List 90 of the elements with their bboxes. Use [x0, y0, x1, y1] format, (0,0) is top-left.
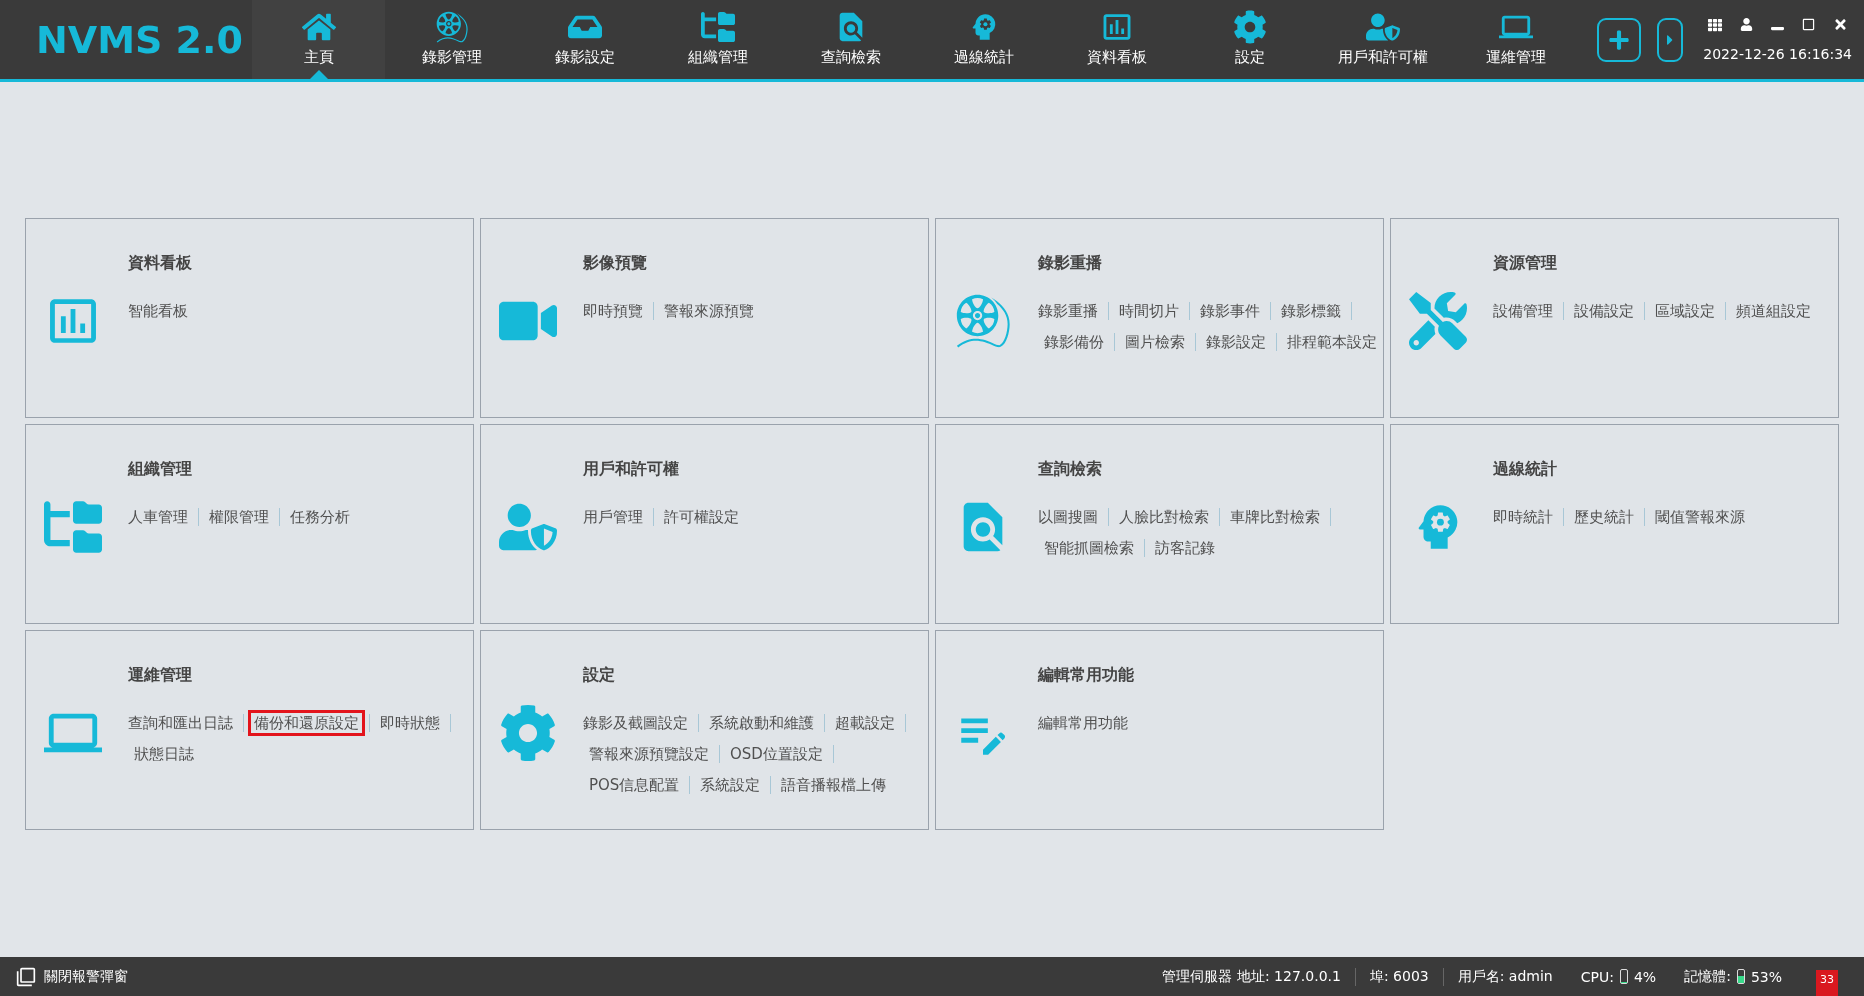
nav-tab[interactable]: 組織管理 — [651, 0, 784, 79]
card-title: 組織管理 — [128, 459, 193, 480]
module-link[interactable]: 用戶管理 — [577, 504, 649, 530]
module-link[interactable]: 智能抓圖檢索 — [1038, 535, 1140, 561]
meter-label: 記憶體: — [1684, 967, 1731, 986]
grid-icon[interactable] — [1708, 17, 1722, 32]
meter-reading: 53% — [1750, 968, 1782, 985]
module-link[interactable]: 警報來源預覽 — [658, 298, 760, 324]
card-title: 資源管理 — [1493, 253, 1558, 274]
module-link[interactable]: 設備設定 — [1568, 298, 1640, 324]
module-link[interactable]: 區域設定 — [1649, 298, 1721, 324]
card-title: 用戶和許可權 — [583, 459, 680, 480]
module-link[interactable]: 智能看板 — [122, 298, 194, 324]
alarm-popup-toggle[interactable]: 關閉報警彈窗 — [16, 966, 128, 987]
card-title: 過線統計 — [1493, 459, 1558, 480]
meter-reading: 4% — [1633, 968, 1657, 985]
module-link[interactable]: 權限管理 — [203, 504, 275, 530]
module-link[interactable]: 設備管理 — [1487, 298, 1559, 324]
module-link[interactable]: 以圖搜圖 — [1032, 504, 1104, 530]
user-icon[interactable] — [1740, 18, 1753, 31]
nav-tab[interactable]: 設定 — [1183, 0, 1316, 79]
module-link[interactable]: 警報來源預覽設定 — [583, 741, 715, 767]
module-link[interactable]: 錄影及截圖設定 — [577, 710, 694, 736]
film-reel-icon — [954, 292, 1012, 350]
module-link[interactable]: 備份和還原設定 — [248, 710, 365, 736]
selected-indicator — [309, 70, 328, 79]
module-link[interactable]: 查詢和匯出日誌 — [122, 710, 239, 736]
nav-tab[interactable]: 錄影管理 — [385, 0, 518, 79]
film-reel-icon — [434, 10, 469, 44]
nav-tab[interactable]: 運維管理 — [1449, 0, 1582, 79]
module-link[interactable]: 時間切片 — [1113, 298, 1185, 324]
logo: NVMS 2.0 — [35, 16, 244, 64]
module-link[interactable]: 人臉比對檢索 — [1113, 504, 1215, 530]
add-button[interactable] — [1597, 17, 1642, 62]
card-title: 設定 — [583, 665, 616, 686]
module-link[interactable]: 歷史統計 — [1568, 504, 1640, 530]
server-address: 管理伺服器 地址: 127.0.0.1 — [1161, 967, 1342, 986]
module-link[interactable]: 即時狀態 — [374, 710, 446, 736]
module-link[interactable]: 編輯常用功能 — [1032, 710, 1134, 736]
module-link[interactable]: OSD位置設定 — [724, 741, 829, 767]
plus-icon — [1608, 28, 1631, 51]
module-link[interactable]: 錄影標籤 — [1275, 298, 1347, 324]
windows-icon — [16, 966, 36, 987]
user-name: 用戶名: admin — [1442, 967, 1567, 986]
folder-tree-icon — [44, 498, 102, 556]
maximize-icon[interactable] — [1802, 18, 1815, 31]
card-title: 編輯常用功能 — [1038, 665, 1134, 686]
nav-tab[interactable]: 過線統計 — [917, 0, 1050, 79]
module-link[interactable]: 語音播報檔上傳 — [775, 772, 893, 798]
module-link[interactable]: 錄影事件 — [1194, 298, 1266, 324]
module-link[interactable]: 即時預覽 — [577, 298, 649, 324]
module-link[interactable]: 錄影設定 — [1200, 329, 1272, 355]
folder-tree-icon — [700, 10, 735, 44]
port-text: 埠: 6003 — [1354, 967, 1443, 986]
module-link[interactable]: 人車管理 — [122, 504, 194, 530]
module-link[interactable]: 狀態日誌 — [128, 741, 200, 767]
module-link[interactable]: 訪客記錄 — [1149, 535, 1221, 561]
module-link[interactable]: 即時統計 — [1487, 504, 1559, 530]
nav-tab[interactable]: 主頁 — [252, 0, 385, 79]
module-link[interactable]: 許可權設定 — [658, 504, 745, 530]
card-title: 錄影重播 — [1038, 253, 1103, 274]
nav-tab[interactable]: 用戶和許可權 — [1316, 0, 1449, 79]
module-link[interactable]: 系統設定 — [694, 772, 767, 798]
card-title: 查詢檢索 — [1038, 459, 1103, 480]
close-icon[interactable] — [1833, 17, 1848, 32]
settings-icon — [1232, 10, 1267, 44]
module-link[interactable]: 任務分析 — [284, 504, 356, 530]
tools-icon — [1409, 292, 1467, 350]
module-link[interactable]: 圖片檢索 — [1119, 329, 1191, 355]
card-title: 影像預覽 — [583, 253, 648, 274]
card-title: 運維管理 — [128, 665, 193, 686]
module-link[interactable]: 超載設定 — [829, 710, 901, 736]
module-link[interactable]: 系統啟動和維護 — [703, 710, 820, 736]
module-link[interactable]: 錄影重播 — [1032, 298, 1104, 324]
meter-label: CPU: — [1580, 968, 1614, 985]
module-link[interactable]: 錄影備份 — [1038, 329, 1110, 355]
date-time: 2022-12-26 16:16:34 — [1703, 46, 1852, 62]
module-link[interactable]: 車牌比對檢索 — [1224, 504, 1326, 530]
card-title: 資料看板 — [128, 253, 193, 274]
settings-icon — [499, 704, 557, 762]
module-link[interactable]: 排程範本設定 — [1281, 329, 1383, 355]
nav-tab[interactable]: 查詢檢索 — [784, 0, 917, 79]
nav-tab[interactable]: 錄影設定 — [518, 0, 651, 79]
user-shield-icon — [1365, 10, 1400, 44]
nav-tab[interactable]: 資料看板 — [1050, 0, 1183, 79]
module-link[interactable]: POS信息配置 — [583, 772, 686, 798]
module-link[interactable]: 頻道組設定 — [1730, 298, 1817, 324]
expand-button[interactable] — [1657, 17, 1684, 62]
alarm-count-badge[interactable]: 33 — [1816, 970, 1838, 996]
module-link[interactable]: 閾值警報來源 — [1649, 504, 1751, 530]
